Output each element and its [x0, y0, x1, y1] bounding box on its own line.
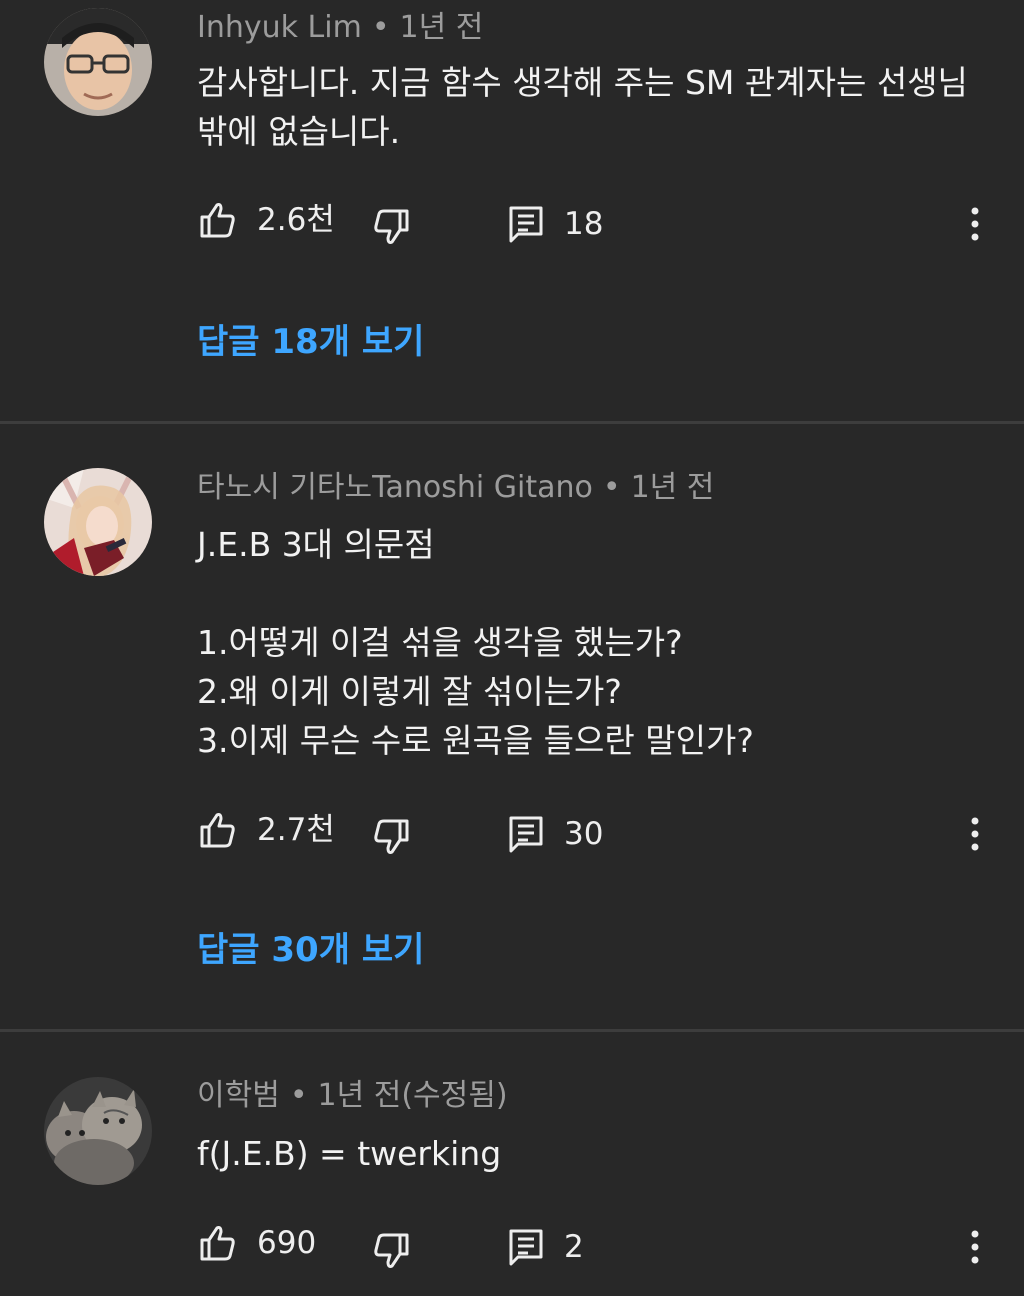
like-button[interactable]: 2.6천: [197, 195, 335, 245]
comment-icon: [509, 816, 543, 853]
thumbs-down-icon: [374, 1233, 409, 1268]
reply-button[interactable]: 2: [506, 1222, 584, 1272]
more-options-button[interactable]: [960, 809, 990, 859]
comment-time: 1년 전: [399, 10, 484, 45]
comment-icon: [509, 1229, 543, 1266]
comments-panel: Inhyuk Lim • 1년 전 감사합니다. 지금 함수 생각해 주는 SM 관…: [0, 0, 1024, 1296]
more-vertical-icon: [971, 207, 979, 241]
dislike-button[interactable]: [372, 1226, 412, 1276]
more-vertical-icon: [971, 817, 979, 851]
like-count: 2.7천: [257, 812, 335, 848]
comment-thread: 이학범 • 1년 전(수정됨) f(J.E.B) = twerking 690 2: [0, 1032, 1024, 1296]
more-options-button[interactable]: [960, 1222, 990, 1272]
comment-time: 1년 전: [630, 470, 715, 505]
comment-meta: 타노시 기타노Tanoshi Gitano • 1년 전: [197, 470, 714, 506]
like-button[interactable]: 2.7천: [197, 805, 335, 855]
author-name[interactable]: Inhyuk Lim: [197, 10, 362, 45]
comment-thread: Inhyuk Lim • 1년 전 감사합니다. 지금 함수 생각해 주는 SM 관…: [0, 0, 1024, 420]
comment-time: 1년 전(수정됨): [317, 1078, 508, 1113]
comment-text: 감사합니다. 지금 함수 생각해 주는 SM 관계자는 선생님 밖에 없습니다.: [197, 63, 968, 151]
comment-thread: 타노시 기타노Tanoshi Gitano • 1년 전 J.E.B 3대 의문점 …: [0, 424, 1024, 1029]
dislike-button[interactable]: [372, 202, 412, 252]
meta-separator: •: [371, 10, 390, 45]
like-count: 2.6천: [257, 202, 335, 238]
thumbs-up-icon: [200, 1226, 235, 1261]
author-name[interactable]: 타노시 기타노Tanoshi Gitano: [197, 470, 593, 505]
comment-icon: [509, 206, 543, 243]
reply-count: 18: [564, 206, 604, 242]
dislike-button[interactable]: [372, 812, 412, 862]
view-replies-link[interactable]: 답글 18개 보기: [197, 318, 424, 366]
like-count: 690: [257, 1225, 317, 1261]
meta-separator: •: [289, 1078, 308, 1113]
more-vertical-icon: [971, 1230, 979, 1264]
avatar[interactable]: [44, 8, 152, 116]
reply-button[interactable]: 18: [506, 199, 603, 249]
comment-text: f(J.E.B) = twerking: [197, 1134, 502, 1173]
reply-count: 2: [564, 1229, 584, 1265]
thumbs-up-icon: [200, 813, 235, 848]
view-replies-link[interactable]: 답글 30개 보기: [197, 926, 424, 974]
reply-count: 30: [564, 816, 604, 852]
comment-meta: 이학범 • 1년 전(수정됨): [197, 1078, 508, 1114]
comment-meta: Inhyuk Lim • 1년 전: [197, 10, 483, 46]
thumbs-down-icon: [374, 819, 409, 854]
thumbs-up-icon: [200, 203, 235, 238]
author-name[interactable]: 이학범: [197, 1078, 280, 1113]
avatar[interactable]: [44, 468, 152, 576]
comment-text: J.E.B 3대 의문점 1.어떻게 이걸 섞을 생각을 했는가? 2.왜 이게…: [197, 525, 754, 760]
avatar[interactable]: [44, 1077, 152, 1185]
like-button[interactable]: 690: [197, 1218, 316, 1268]
thumbs-down-icon: [374, 209, 409, 244]
reply-button[interactable]: 30: [506, 809, 603, 859]
more-options-button[interactable]: [960, 199, 990, 249]
meta-separator: •: [602, 470, 621, 505]
